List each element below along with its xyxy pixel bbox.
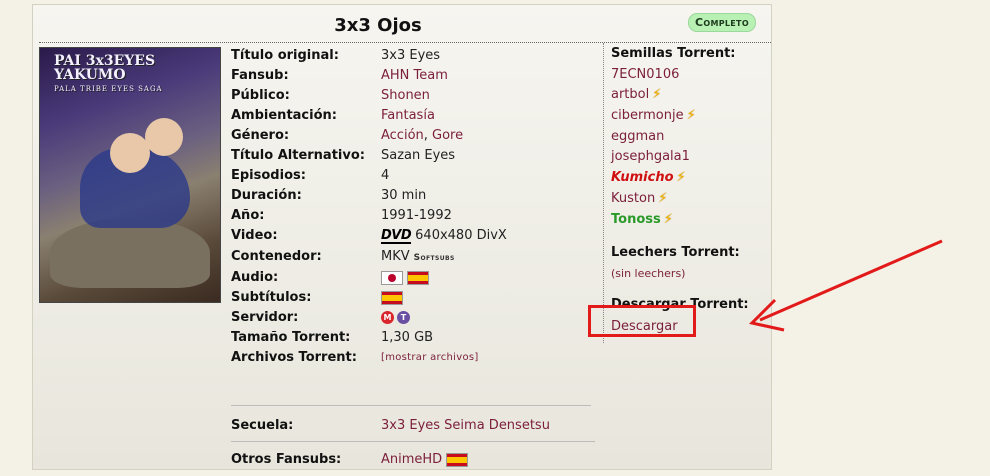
separator: [231, 441, 595, 442]
lightning-icon: ⚡: [676, 170, 686, 185]
publico-link[interactable]: Shonen: [381, 86, 430, 106]
separator: [231, 405, 591, 406]
lightning-icon: ⚡: [686, 108, 696, 123]
softsubs-badge: Softsubs: [413, 253, 455, 263]
anime-detail-panel: 3x3 Ojos Completo PAI 3x3EYES YAKUMO PAL…: [32, 4, 772, 470]
spain-flag-icon: [407, 270, 429, 285]
japan-flag-icon: [381, 270, 403, 285]
torrent-server-icon[interactable]: T: [397, 311, 410, 324]
semillas-heading: Semillas Torrent:: [611, 46, 736, 61]
cover-logo: PAI 3x3EYES YAKUMO PALA TRIBE EYES SAGA: [54, 53, 163, 93]
divider: [39, 42, 771, 43]
lightning-icon: ⚡: [658, 191, 668, 206]
seeder-link[interactable]: josephgala1: [611, 149, 690, 164]
genero-gore-link[interactable]: Gore: [432, 128, 463, 143]
seeder-link[interactable]: Kumicho: [611, 170, 674, 185]
mega-server-icon[interactable]: M: [381, 311, 394, 324]
genero-accion-link[interactable]: Acción: [381, 128, 424, 143]
seeder-link[interactable]: 7ECN0106: [611, 67, 679, 82]
seeder-link[interactable]: Kuston: [611, 191, 655, 206]
animehd-link[interactable]: AnimeHD: [381, 452, 442, 467]
seeder-link[interactable]: cibermonje: [611, 108, 684, 123]
ambientacion-link[interactable]: Fantasía: [381, 106, 435, 126]
status-badge: Completo: [688, 13, 756, 32]
secuela-link[interactable]: 3x3 Eyes Seima Densetsu: [381, 416, 550, 436]
seeder-link[interactable]: Tonoss: [611, 212, 661, 227]
dvd-icon: DVD: [381, 228, 412, 244]
lightning-icon: ⚡: [663, 212, 673, 227]
leechers-heading: Leechers Torrent:: [611, 245, 740, 260]
leechers-empty: (sin leechers): [611, 267, 686, 280]
seeder-link[interactable]: artbol: [611, 87, 649, 102]
page-title: 3x3 Ojos: [334, 15, 422, 36]
spain-flag-icon: [446, 452, 469, 467]
seeder-link[interactable]: eggman: [611, 129, 664, 144]
cover-image[interactable]: PAI 3x3EYES YAKUMO PALA TRIBE EYES SAGA: [39, 47, 221, 303]
vertical-divider: [603, 43, 604, 343]
mostrar-archivos-link[interactable]: [mostrar archivos]: [381, 348, 479, 368]
fansub-link[interactable]: AHN Team: [381, 66, 448, 86]
spain-flag-icon: [381, 290, 403, 305]
annotation-highlight-box: [588, 305, 696, 337]
lightning-icon: ⚡: [652, 87, 662, 102]
